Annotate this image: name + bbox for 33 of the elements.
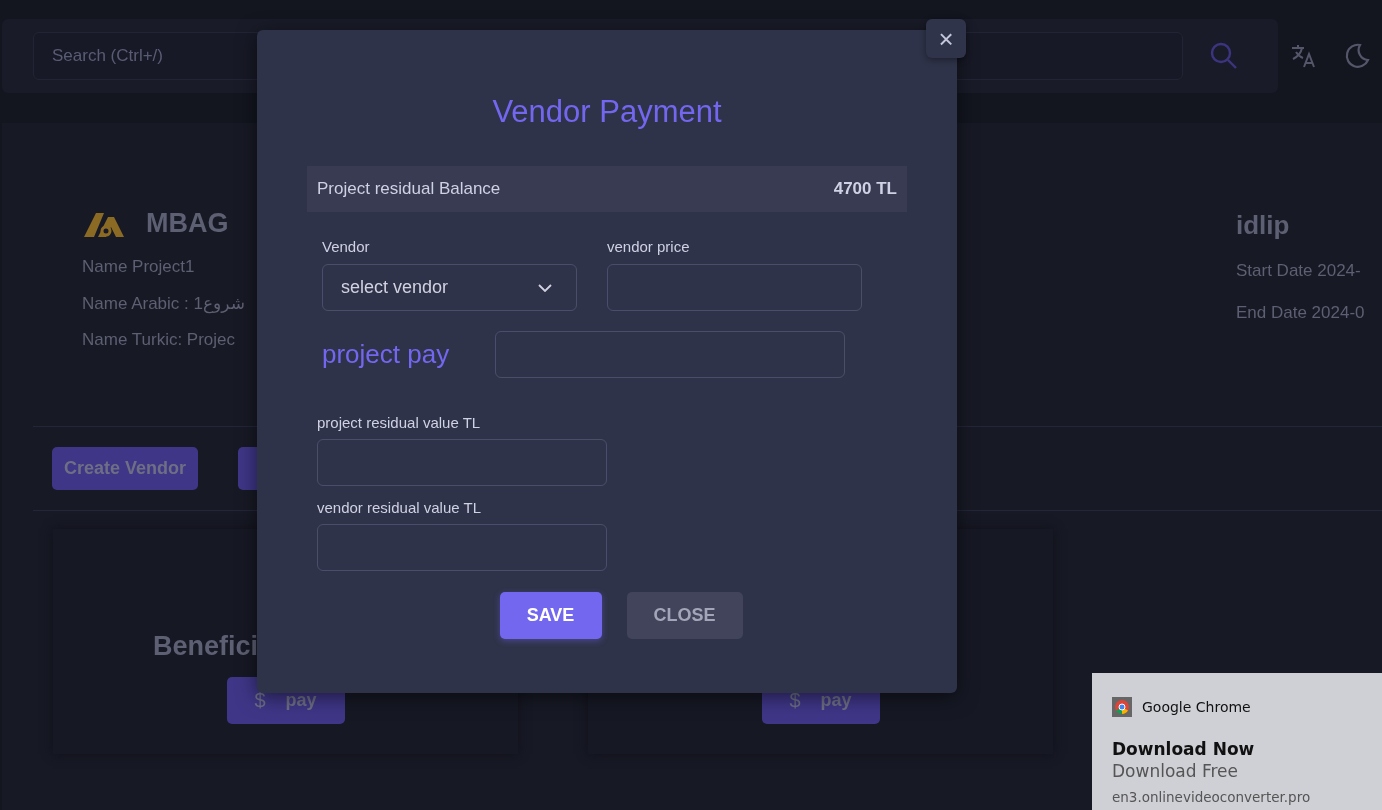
vendor-select[interactable]: select vendor (322, 264, 577, 311)
notification-title: Download Now (1112, 739, 1256, 759)
app-name: Google Chrome (1142, 699, 1251, 715)
vendor-price-field[interactable] (607, 264, 862, 311)
notification-body: Download Free (1112, 761, 1239, 781)
card-title: Benefici (153, 631, 259, 662)
date-text: End Date 2024-0 (1236, 303, 1366, 323)
chevron-down-icon (538, 283, 552, 292)
balance-value: 4700 TL (833, 179, 897, 199)
project-detail: Name Project1 (82, 257, 196, 277)
close-button[interactable]: × (926, 19, 966, 58)
browser-icon (1112, 697, 1132, 717)
date-text: Start Date 2024- (1236, 261, 1362, 281)
notification-source: en3.onlinevideoconverter.pro (1112, 789, 1312, 805)
action-button[interactable]: Create Vendor (52, 447, 199, 490)
project-pay-label: project pay (322, 339, 450, 370)
search-icon[interactable] (1209, 40, 1239, 71)
cancel-button[interactable]: CLOSE (626, 592, 743, 639)
field-label: project residual value TL (317, 414, 482, 431)
field-label: Vendor (322, 238, 371, 255)
balance-label: Project residual Balance (317, 179, 501, 199)
project-residual-field[interactable] (317, 439, 607, 486)
save-button[interactable]: SAVE (499, 592, 602, 639)
dialog-title: Vendor Payment (491, 94, 723, 130)
project-pay-field[interactable] (495, 331, 846, 378)
field-label: vendor price (607, 238, 691, 255)
location-text: idlip (1236, 210, 1291, 241)
logo-text: MBAG (146, 208, 229, 239)
logo-icon (82, 210, 124, 237)
field-label: vendor residual value TL (317, 499, 482, 516)
project-detail: Name Turkic: Projec (82, 330, 237, 350)
project-detail: Name Arabic : شروع1 (82, 293, 245, 314)
vendor-residual-field[interactable] (317, 524, 607, 571)
